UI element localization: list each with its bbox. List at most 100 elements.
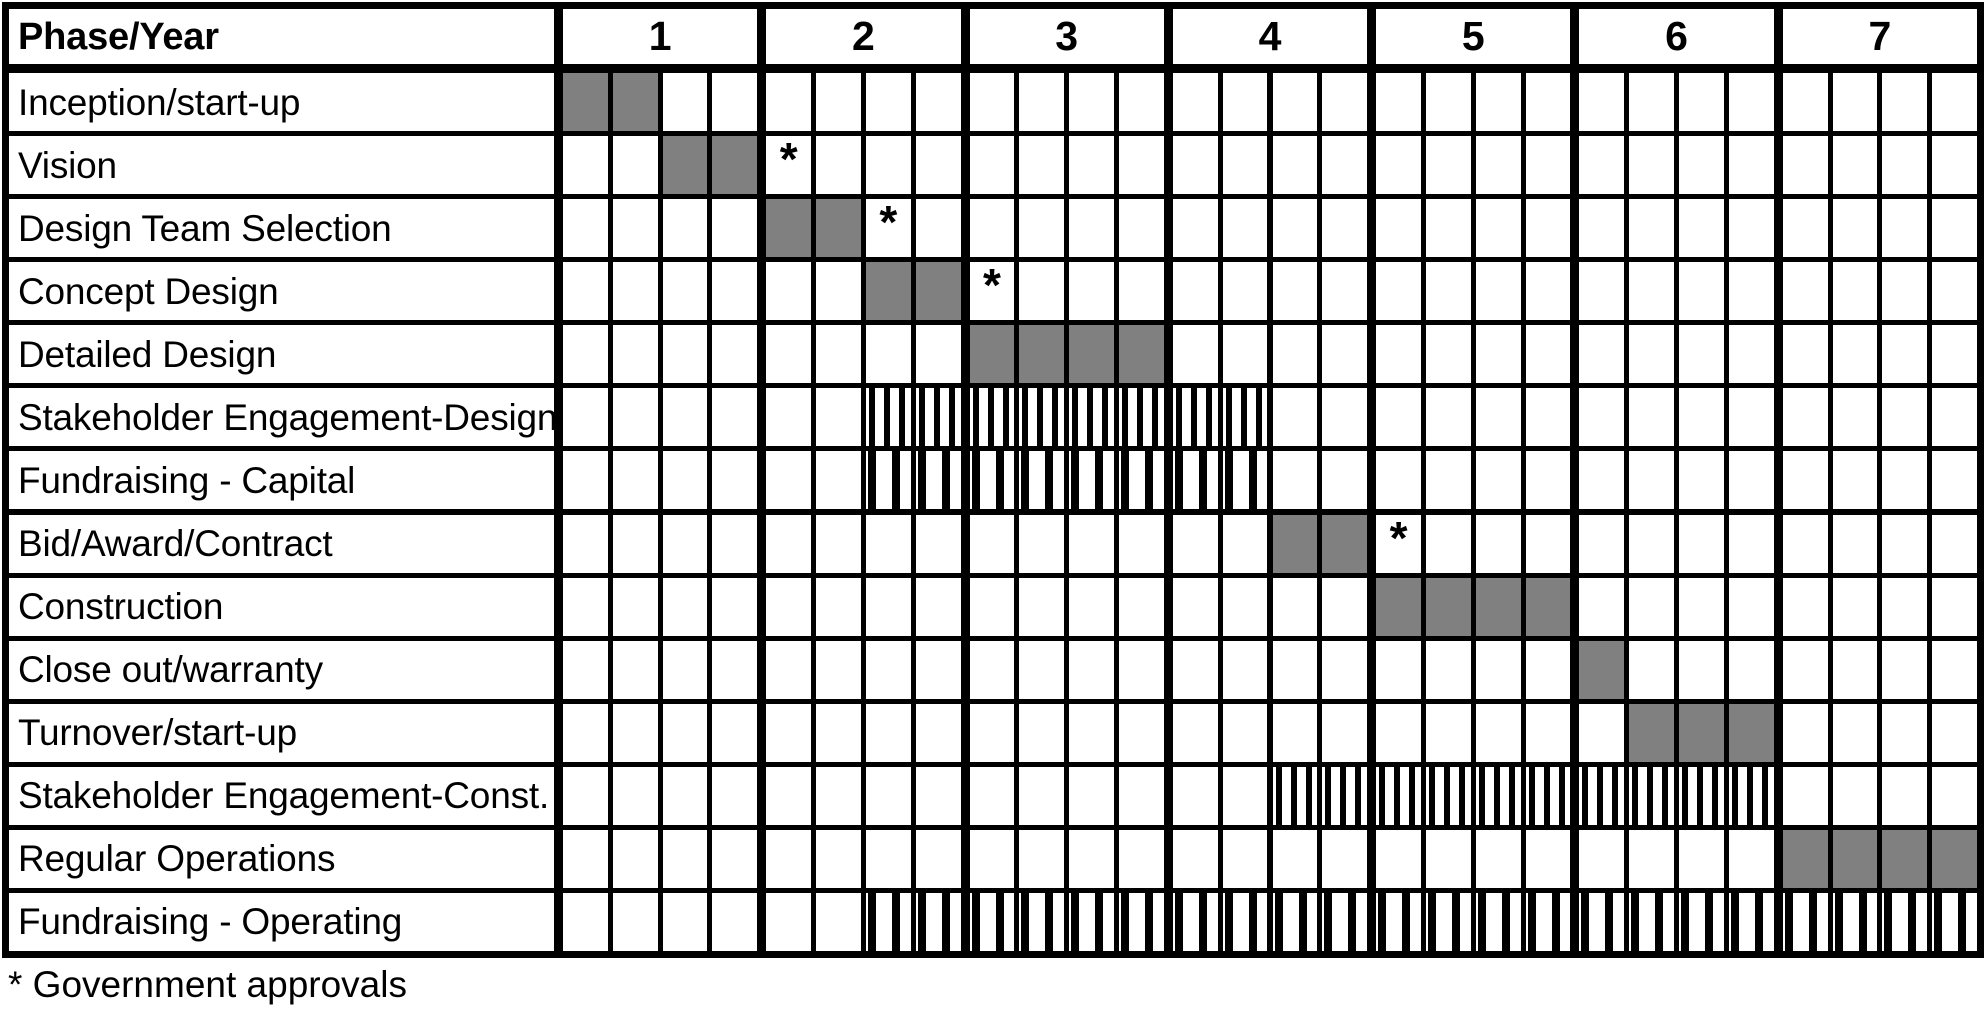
grid-cell xyxy=(662,766,708,825)
grid-cell xyxy=(1579,325,1625,384)
grid-cell xyxy=(1272,703,1318,762)
grid-cell xyxy=(865,73,911,132)
bar-striped xyxy=(969,892,1015,951)
grid-cell xyxy=(1222,514,1268,573)
grid-cell xyxy=(1882,262,1928,321)
grid-cell xyxy=(1525,199,1571,258)
grid-cell xyxy=(766,577,812,636)
grid-cell xyxy=(1425,199,1471,258)
grid-cell xyxy=(1525,829,1571,888)
grid-cell xyxy=(1475,640,1521,699)
grid-cell xyxy=(816,136,861,195)
bar-striped xyxy=(1019,451,1065,510)
bar-striped xyxy=(1425,892,1471,951)
grid-cell xyxy=(1782,199,1828,258)
grid-cell xyxy=(1222,640,1268,699)
grid-cell xyxy=(1069,514,1115,573)
bar-striped xyxy=(865,892,911,951)
grid-cell xyxy=(1222,136,1268,195)
grid-cell xyxy=(563,640,608,699)
stripe-pattern xyxy=(915,451,961,510)
grid-cell xyxy=(969,703,1015,762)
bar-solid xyxy=(1882,829,1928,888)
grid-cell xyxy=(1882,136,1928,195)
grid-cell xyxy=(865,577,911,636)
year-header-2: 2 xyxy=(766,9,961,64)
grid-cell xyxy=(1425,703,1471,762)
grid-cell xyxy=(1679,577,1724,636)
dot-pattern xyxy=(1119,388,1164,447)
grid-cell xyxy=(816,640,861,699)
grid-cell xyxy=(766,640,812,699)
grid-cell xyxy=(1376,640,1421,699)
grid-cell xyxy=(816,766,861,825)
grid-cell xyxy=(1272,451,1318,510)
grid-cell xyxy=(662,640,708,699)
grid-cell xyxy=(1322,829,1368,888)
grid-cell xyxy=(1525,388,1571,447)
grid-cell xyxy=(712,829,758,888)
grid-cell xyxy=(816,325,861,384)
dot-pattern xyxy=(969,388,1015,447)
bar-dotted xyxy=(1376,766,1421,825)
bar-dotted xyxy=(1679,766,1724,825)
grid-cell xyxy=(969,199,1015,258)
grid-cell xyxy=(1782,388,1828,447)
grid-cell xyxy=(1376,325,1421,384)
grid-cell xyxy=(712,199,758,258)
row-label-10: Turnover/start-up xyxy=(9,703,554,762)
row-label-12: Regular Operations xyxy=(9,829,554,888)
footnote: * Government approvals xyxy=(8,964,407,1005)
grid-cell xyxy=(915,199,961,258)
grid-cell xyxy=(612,514,658,573)
grid-cell xyxy=(1172,829,1218,888)
stripe-pattern xyxy=(1728,892,1774,951)
chart-frame: Phase/Year 1 2 3 4 5 6 7 Inception/start-up Visio… xyxy=(2,2,1984,958)
grid-cell xyxy=(1728,577,1774,636)
bar-dotted xyxy=(1272,766,1318,825)
bar-solid xyxy=(563,73,608,132)
grid-cell xyxy=(1629,73,1675,132)
grid-cell xyxy=(1272,136,1318,195)
grid-cell xyxy=(563,829,608,888)
grid-cell xyxy=(816,451,861,510)
grid-cell xyxy=(1882,451,1928,510)
grid-cell xyxy=(1932,262,1977,321)
grid-cell xyxy=(1069,829,1115,888)
grid-cell xyxy=(1782,703,1828,762)
grid-cell xyxy=(1376,73,1421,132)
grid-cell xyxy=(1525,514,1571,573)
grid-cell xyxy=(1475,73,1521,132)
year-header-6: 6 xyxy=(1579,9,1774,64)
grid-cell xyxy=(1069,73,1115,132)
grid-cell xyxy=(1882,640,1928,699)
grid-cell xyxy=(1728,136,1774,195)
grid-cell xyxy=(1376,136,1421,195)
grid-cell xyxy=(1579,262,1625,321)
grid-cell xyxy=(766,73,812,132)
grid-cell xyxy=(1932,451,1977,510)
bar-striped xyxy=(865,451,911,510)
grid-cell xyxy=(563,451,608,510)
bar-solid xyxy=(1679,703,1724,762)
grid-cell xyxy=(1376,829,1421,888)
row-label-13: Fundraising - Operating xyxy=(9,892,554,951)
stripe-pattern xyxy=(1172,892,1218,951)
bar-striped xyxy=(915,451,961,510)
grid-cell xyxy=(612,892,658,951)
grid-cell xyxy=(1932,640,1977,699)
bar-striped xyxy=(1322,892,1368,951)
dot-pattern xyxy=(915,388,961,447)
dot-pattern xyxy=(1679,766,1724,825)
grid-cell xyxy=(1882,766,1928,825)
grid-cell xyxy=(1932,73,1977,132)
grid-cell xyxy=(1019,766,1065,825)
grid-cell xyxy=(1475,451,1521,510)
grid-cell xyxy=(1019,136,1065,195)
grid-cell xyxy=(612,325,658,384)
grid-cell xyxy=(1679,514,1724,573)
grid-cell xyxy=(865,766,911,825)
grid-cell xyxy=(1579,136,1625,195)
grid-cell xyxy=(1322,577,1368,636)
grid-cell xyxy=(612,766,658,825)
